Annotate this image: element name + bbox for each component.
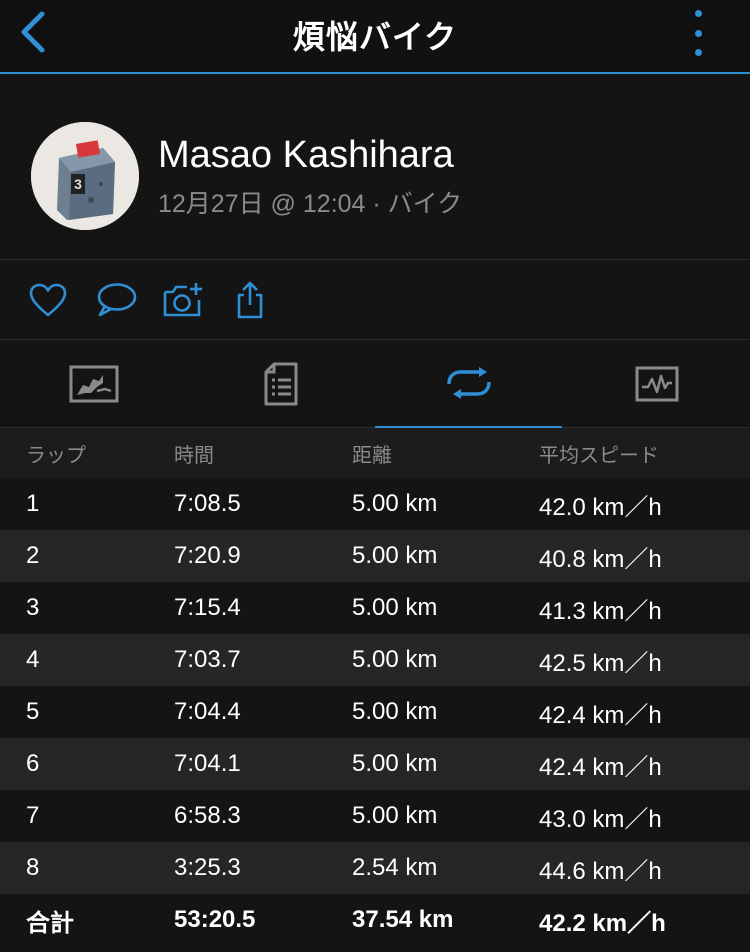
comment-icon (97, 283, 137, 317)
comment-button[interactable] (94, 278, 138, 322)
lap-number: 4 (26, 646, 40, 673)
like-button[interactable] (26, 278, 70, 322)
lap-distance: 5.00 km (352, 594, 438, 621)
column-header-distance: 距離 (352, 444, 392, 467)
total-time: 53:20.5 (174, 906, 256, 933)
activity-header: 3 Masao Kashihara 12月27日 @ 12:04 · バイク (0, 74, 750, 260)
total-label: 合計 (26, 909, 74, 937)
total-row: 合計 53:20.5 37.54 km 42.2 km／h (0, 894, 750, 946)
add-photo-button[interactable] (161, 278, 205, 322)
heart-icon (29, 283, 67, 317)
lap-avg-speed: 42.5 km／h (539, 649, 662, 677)
activity-meta: 12月27日 @ 12:04 · バイク (158, 190, 463, 218)
share-icon (237, 281, 263, 319)
table-row[interactable]: 2 7:20.9 5.00 km 40.8 km／h (0, 530, 750, 582)
lap-time: 7:04.4 (174, 698, 241, 725)
laps-icon (446, 367, 491, 399)
svg-text:3: 3 (74, 176, 82, 192)
lap-avg-speed: 40.8 km／h (539, 545, 662, 573)
lap-number: 8 (26, 854, 40, 881)
lap-number: 3 (26, 594, 40, 621)
lap-number: 6 (26, 750, 40, 777)
more-dot (694, 49, 702, 56)
more-dot (694, 29, 702, 37)
details-icon (264, 362, 297, 406)
page-title: 煩悩バイク (292, 19, 458, 55)
lap-distance: 5.00 km (352, 542, 438, 569)
lap-avg-speed: 42.4 km／h (539, 701, 662, 729)
lap-number: 2 (26, 542, 40, 569)
column-header-time: 時間 (174, 444, 214, 467)
more-options-button[interactable] (688, 10, 708, 56)
action-bar (0, 260, 750, 340)
tab-laps[interactable] (375, 340, 562, 429)
lap-avg-speed: 43.0 km／h (539, 805, 662, 833)
total-distance: 37.54 km (352, 906, 454, 933)
share-button[interactable] (228, 278, 272, 322)
tab-details[interactable] (187, 340, 374, 428)
lap-number: 5 (26, 698, 40, 725)
lap-time: 7:08.5 (174, 490, 241, 517)
laps-table: ラップ 時間 距離 平均スピード 1 7:08.5 5.00 km 42.0 k… (0, 428, 750, 946)
table-header: ラップ 時間 距離 平均スピード (0, 428, 750, 478)
avatar-image: 3 (31, 122, 139, 230)
table-row[interactable]: 4 7:03.7 5.00 km 42.5 km／h (0, 634, 750, 686)
lap-time: 7:03.7 (174, 646, 241, 673)
tab-map[interactable] (0, 340, 187, 428)
more-dot (694, 10, 702, 17)
lap-distance: 5.00 km (352, 750, 438, 777)
table-row[interactable]: 1 7:08.5 5.00 km 42.0 km／h (0, 478, 750, 530)
user-name[interactable]: Masao Kashihara (158, 134, 454, 177)
column-header-lap: ラップ (26, 444, 86, 467)
lap-time: 7:20.9 (174, 542, 241, 569)
lap-avg-speed: 42.4 km／h (539, 753, 662, 781)
top-bar: 煩悩バイク (0, 0, 750, 74)
avatar[interactable]: 3 (31, 122, 139, 230)
table-row[interactable]: 7 6:58.3 5.00 km 43.0 km／h (0, 790, 750, 842)
lap-distance: 5.00 km (352, 490, 438, 517)
lap-number: 7 (26, 802, 40, 829)
lap-time: 7:04.1 (174, 750, 241, 777)
graph-icon (635, 366, 678, 402)
lap-time: 6:58.3 (174, 802, 241, 829)
lap-number: 1 (26, 490, 40, 517)
lap-distance: 5.00 km (352, 698, 438, 725)
lap-avg-speed: 42.0 km／h (539, 493, 662, 521)
lap-avg-speed: 41.3 km／h (539, 597, 662, 625)
lap-distance: 2.54 km (352, 854, 438, 881)
map-icon (69, 365, 118, 403)
lap-distance: 5.00 km (352, 646, 438, 673)
activity-tabs (0, 340, 750, 429)
table-row[interactable]: 5 7:04.4 5.00 km 42.4 km／h (0, 686, 750, 738)
add-photo-icon (163, 283, 202, 317)
column-header-avg-speed: 平均スピード (539, 444, 659, 467)
lap-time: 7:15.4 (174, 594, 241, 621)
lap-time: 3:25.3 (174, 854, 241, 881)
lap-avg-speed: 44.6 km／h (539, 857, 662, 885)
table-row[interactable]: 8 3:25.3 2.54 km 44.6 km／h (0, 842, 750, 894)
lap-distance: 5.00 km (352, 802, 438, 829)
table-row[interactable]: 3 7:15.4 5.00 km 41.3 km／h (0, 582, 750, 634)
total-avg-speed: 42.2 km／h (539, 909, 666, 937)
table-row[interactable]: 6 7:04.1 5.00 km 42.4 km／h (0, 738, 750, 790)
tab-graphs[interactable] (563, 340, 750, 428)
